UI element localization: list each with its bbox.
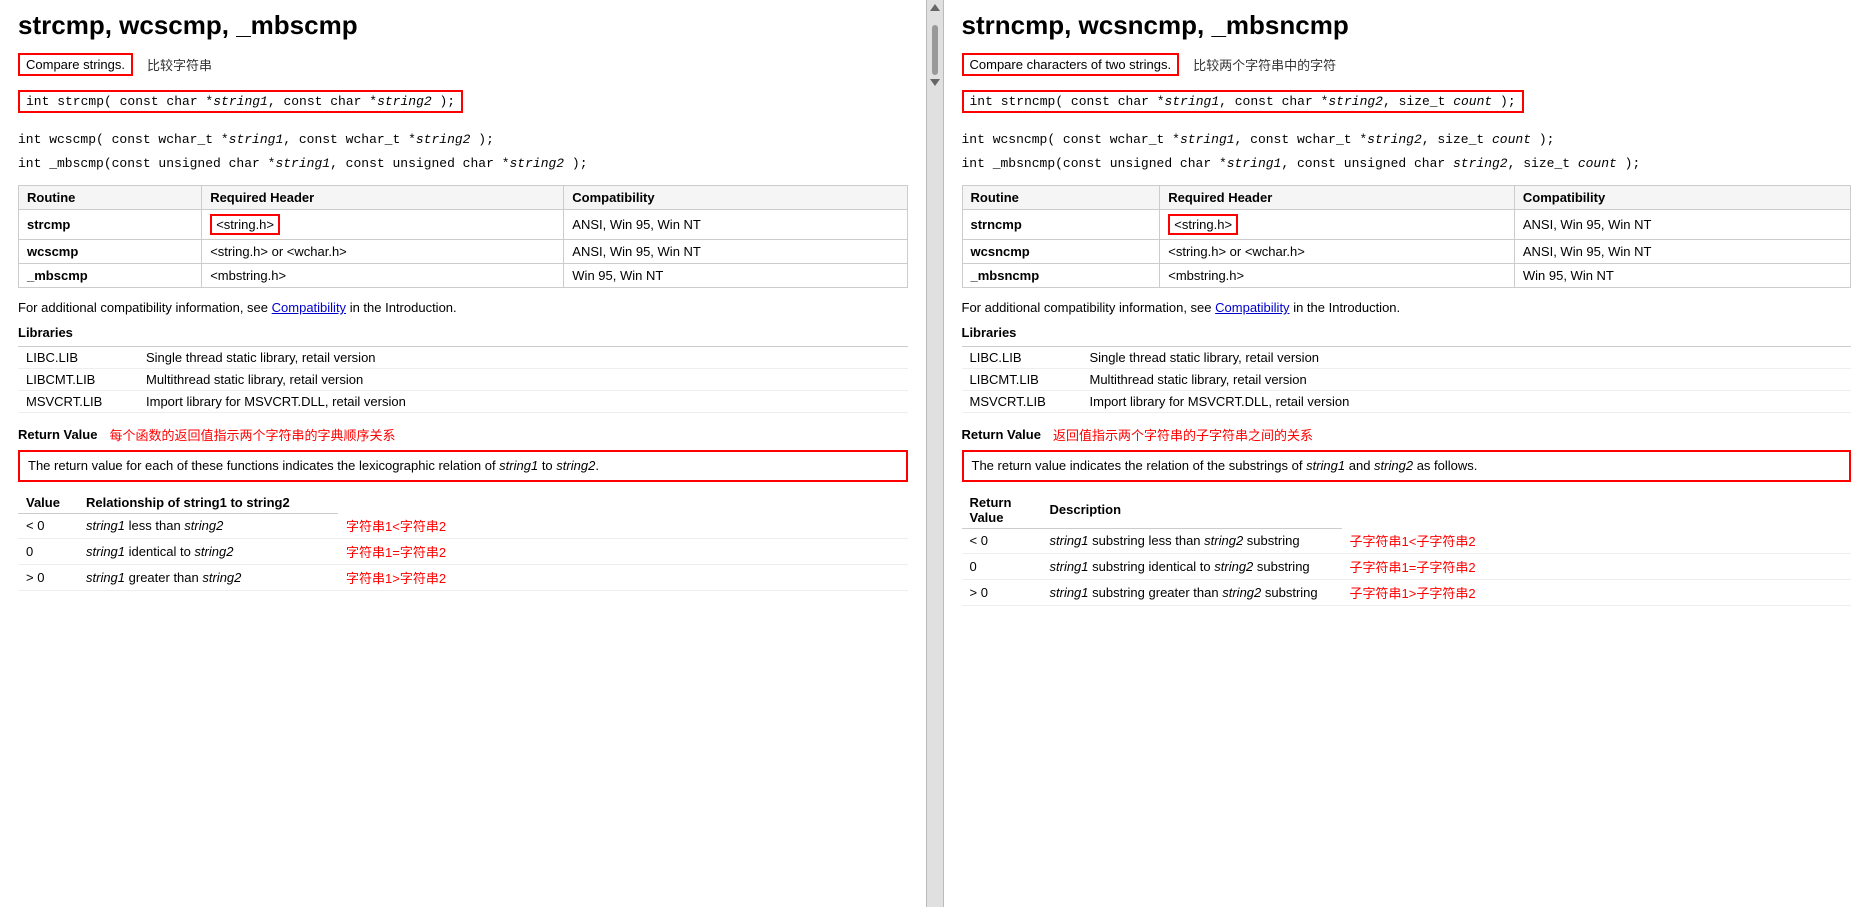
scroll-up-arrow[interactable] <box>930 4 940 11</box>
right-return-section: Return Value 返回值指示两个字符串的子字符串之间的关系 The re… <box>962 425 1852 482</box>
right-header-0: <string.h> <box>1160 210 1515 240</box>
right-lib-table: LIBC.LIB Single thread static library, r… <box>962 346 1852 413</box>
left-return-header: Return Value 每个函数的返回值指示两个字符串的字典顺序关系 <box>18 425 908 444</box>
left-sig-2: int wcscmp( const wchar_t *string1, cons… <box>18 131 908 147</box>
right-col-header: Required Header <box>1160 186 1515 210</box>
left-compat-header: Routine Required Header Compatibility <box>19 186 908 210</box>
right-description-line: Compare characters of two strings. 比较两个字… <box>962 53 1852 76</box>
left-compat-table: Routine Required Header Compatibility st… <box>18 185 908 288</box>
right-compat-0: ANSI, Win 95, Win NT <box>1514 210 1850 240</box>
right-description-box: Compare characters of two strings. <box>962 53 1180 76</box>
left-sig-1: int strcmp( const char *string1, const c… <box>18 90 908 123</box>
right-value-row-1: 0 string1 substring identical to string2… <box>962 554 1852 580</box>
left-routine-0: strcmp <box>19 210 202 240</box>
right-sig-highlighted: int strncmp( const char *string1, const … <box>962 90 1524 113</box>
right-header-2: <mbstring.h> <box>1160 264 1515 288</box>
left-col-routine: Routine <box>19 186 202 210</box>
left-compat-link[interactable]: Compatibility <box>272 300 346 315</box>
left-compat-row-2: _mbscmp <mbstring.h> Win 95, Win NT <box>19 264 908 288</box>
left-title: strcmp, wcscmp, _mbscmp <box>18 10 908 41</box>
left-return-chinese: 每个函数的返回值指示两个字符串的字典顺序关系 <box>109 425 395 444</box>
right-panel: strncmp, wcsncmp, _mbsncmp Compare chara… <box>944 0 1869 907</box>
left-sig-3: int _mbscmp(const unsigned char *string1… <box>18 155 908 171</box>
left-value-row-2: > 0 string1 greater than string2 字符串1>字符… <box>18 565 908 591</box>
right-value-row-0: < 0 string1 substring less than string2 … <box>962 528 1852 554</box>
right-routine-2: _mbsncmp <box>962 264 1160 288</box>
left-compat-1: ANSI, Win 95, Win NT <box>564 240 907 264</box>
left-return-desc-box: The return value for each of these funct… <box>18 450 908 482</box>
left-routine-2: _mbscmp <box>19 264 202 288</box>
right-header-1: <string.h> or <wchar.h> <box>1160 240 1515 264</box>
left-return-section: Return Value 每个函数的返回值指示两个字符串的字典顺序关系 The … <box>18 425 908 482</box>
left-header-0: <string.h> <box>202 210 564 240</box>
right-lib-row-2: MSVCRT.LIB Import library for MSVCRT.DLL… <box>962 391 1852 413</box>
right-value-table: Return Value Description < 0 string1 sub… <box>962 492 1852 607</box>
left-description-line: Compare strings. 比较字符串 <box>18 53 908 76</box>
right-compat-header: Routine Required Header Compatibility <box>962 186 1851 210</box>
right-col-compat: Compatibility <box>1514 186 1850 210</box>
left-value-row-1: 0 string1 identical to string2 字符串1=字符串2 <box>18 539 908 565</box>
left-sig-highlighted: int strcmp( const char *string1, const c… <box>18 90 463 113</box>
panel-divider <box>926 0 944 907</box>
right-sig-2: int wcsncmp( const wchar_t *string1, con… <box>962 131 1852 147</box>
right-value-row-2: > 0 string1 substring greater than strin… <box>962 580 1852 606</box>
right-return-label: Return Value <box>962 427 1041 442</box>
right-lib-row-0: LIBC.LIB Single thread static library, r… <box>962 347 1852 369</box>
right-value-header: Return Value Description <box>962 492 1852 529</box>
right-sig-1: int strncmp( const char *string1, const … <box>962 90 1852 123</box>
left-description-box: Compare strings. <box>18 53 133 76</box>
left-compat-0: ANSI, Win 95, Win NT <box>564 210 907 240</box>
right-return-desc-box: The return value indicates the relation … <box>962 450 1852 482</box>
left-value-table: Value Relationship of string1 to string2… <box>18 492 908 592</box>
right-libraries-title: Libraries <box>962 325 1852 340</box>
left-compat-2: Win 95, Win NT <box>564 264 907 288</box>
left-lib-row-2: MSVCRT.LIB Import library for MSVCRT.DLL… <box>18 391 908 413</box>
left-header-2: <mbstring.h> <box>202 264 564 288</box>
divider-handle[interactable] <box>932 25 938 75</box>
scroll-down-arrow[interactable] <box>930 79 940 86</box>
left-description-zh: 比较字符串 <box>147 55 212 74</box>
left-col-header: Required Header <box>202 186 564 210</box>
left-compat-note: For additional compatibility information… <box>18 300 908 315</box>
right-compat-table: Routine Required Header Compatibility st… <box>962 185 1852 288</box>
right-return-chinese: 返回值指示两个字符串的子字符串之间的关系 <box>1053 425 1313 444</box>
left-description-en: Compare strings. <box>26 57 125 72</box>
right-return-header: Return Value 返回值指示两个字符串的子字符串之间的关系 <box>962 425 1852 444</box>
right-routine-1: wcsncmp <box>962 240 1160 264</box>
right-sig-3: int _mbsncmp(const unsigned char *string… <box>962 155 1852 171</box>
right-compat-row-2: _mbsncmp <mbstring.h> Win 95, Win NT <box>962 264 1851 288</box>
left-header-1: <string.h> or <wchar.h> <box>202 240 564 264</box>
right-compat-2: Win 95, Win NT <box>1514 264 1850 288</box>
left-value-row-0: < 0 string1 less than string2 字符串1<字符串2 <box>18 513 908 539</box>
right-compat-row-1: wcsncmp <string.h> or <wchar.h> ANSI, Wi… <box>962 240 1851 264</box>
left-routine-1: wcscmp <box>19 240 202 264</box>
left-panel: strcmp, wcscmp, _mbscmp Compare strings.… <box>0 0 926 907</box>
right-col-routine: Routine <box>962 186 1160 210</box>
left-value-header: Value Relationship of string1 to string2 <box>18 492 908 514</box>
right-lib-row-1: LIBCMT.LIB Multithread static library, r… <box>962 369 1852 391</box>
left-libraries-title: Libraries <box>18 325 908 340</box>
left-lib-row-1: LIBCMT.LIB Multithread static library, r… <box>18 369 908 391</box>
right-compat-note: For additional compatibility information… <box>962 300 1852 315</box>
right-description-zh: 比较两个字符串中的字符 <box>1193 55 1336 74</box>
left-compat-row-1: wcscmp <string.h> or <wchar.h> ANSI, Win… <box>19 240 908 264</box>
left-lib-row-0: LIBC.LIB Single thread static library, r… <box>18 347 908 369</box>
right-compat-link[interactable]: Compatibility <box>1215 300 1289 315</box>
left-compat-row-0: strcmp <string.h> ANSI, Win 95, Win NT <box>19 210 908 240</box>
left-lib-table: LIBC.LIB Single thread static library, r… <box>18 346 908 413</box>
right-compat-1: ANSI, Win 95, Win NT <box>1514 240 1850 264</box>
right-compat-row-0: strncmp <string.h> ANSI, Win 95, Win NT <box>962 210 1851 240</box>
left-return-label: Return Value <box>18 427 97 442</box>
left-col-compat: Compatibility <box>564 186 907 210</box>
right-description-en: Compare characters of two strings. <box>970 57 1172 72</box>
right-title: strncmp, wcsncmp, _mbsncmp <box>962 10 1852 41</box>
right-routine-0: strncmp <box>962 210 1160 240</box>
